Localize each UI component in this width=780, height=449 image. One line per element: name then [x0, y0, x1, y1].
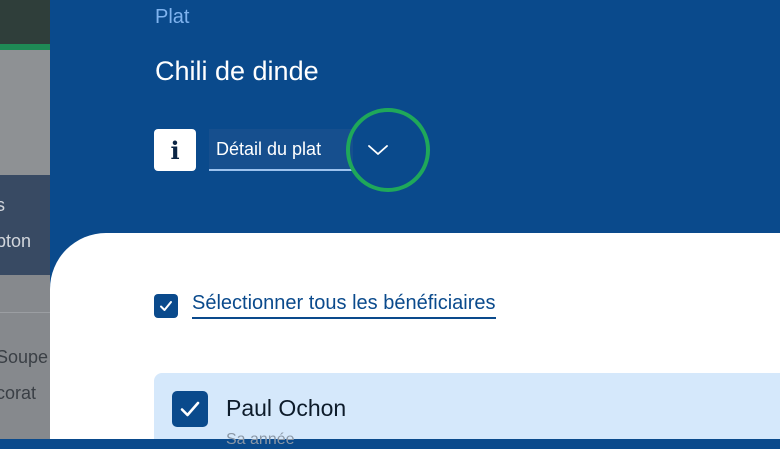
sidebar-divider [0, 312, 50, 313]
checkmark-icon [160, 300, 172, 311]
sidebar-text: s [0, 195, 5, 215]
beneficiary-subtitle: Sa année [226, 431, 295, 448]
sidebar-text: corat [0, 383, 37, 403]
sidebar-active-item: s pton [0, 175, 50, 275]
sidebar-text: pton [0, 231, 32, 251]
sidebar-section: Soupe corat [0, 275, 50, 439]
background-sidebar: s pton Soupe corat [0, 0, 50, 439]
beneficiary-row[interactable]: Paul Ochon Sa année [154, 373, 780, 448]
info-icon: i [170, 135, 180, 165]
select-all-option[interactable]: Sélectionner tous les bénéficiaires [154, 292, 496, 319]
sidebar-section [0, 50, 50, 175]
select-all-label[interactable]: Sélectionner tous les bénéficiaires [192, 292, 496, 319]
dish-detail-panel: Plat Chili de dinde i Détail du plat Sél… [50, 0, 780, 448]
dish-category: Plat [155, 6, 190, 28]
sidebar-top-bar [0, 0, 50, 44]
dish-detail-label: Détail du plat [216, 139, 322, 159]
beneficiaries-card: Sélectionner tous les bénéficiaires Paul… [50, 233, 780, 448]
sidebar-text: Soupe [0, 347, 49, 367]
select-all-checkbox[interactable] [154, 293, 178, 318]
info-button[interactable]: i [154, 129, 196, 171]
checkmark-icon [180, 401, 200, 417]
beneficiary-checkbox[interactable] [172, 391, 208, 427]
dish-title: Chili de dinde [155, 56, 319, 86]
dish-detail-dropdown[interactable]: Détail du plat [209, 129, 353, 171]
beneficiary-name: Paul Ochon [226, 395, 347, 421]
focus-highlight-ring [346, 108, 430, 192]
